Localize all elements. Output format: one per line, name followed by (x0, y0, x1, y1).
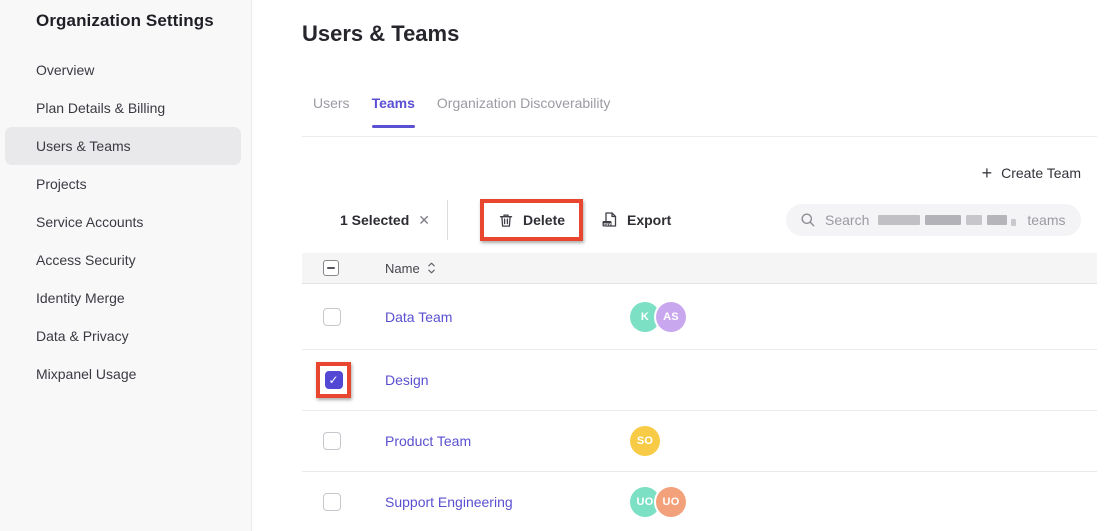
annotation-box-design-checkbox: ✓ (316, 362, 351, 398)
app-root: Organization Settings Overview Plan Deta… (0, 0, 1108, 531)
search-input[interactable]: Search teams (786, 204, 1081, 236)
export-label: Export (627, 212, 671, 228)
tab-users[interactable]: Users (313, 95, 350, 133)
sidebar-item-users-teams[interactable]: Users & Teams (5, 127, 241, 165)
sidebar-item-service-accounts[interactable]: Service Accounts (5, 203, 241, 241)
clear-selection-icon[interactable]: ✕ (418, 213, 430, 227)
main-content: Users & Teams Users Teams Organization D… (253, 0, 1108, 531)
team-name-link-data-team[interactable]: Data Team (385, 309, 452, 325)
sidebar-item-access-security[interactable]: Access Security (5, 241, 241, 279)
svg-text:csv: csv (604, 221, 612, 226)
team-name-link-design[interactable]: Design (385, 372, 429, 388)
sidebar-item-mixpanel-usage[interactable]: Mixpanel Usage (5, 355, 241, 393)
tabs-divider (302, 136, 1097, 137)
sidebar: Organization Settings Overview Plan Deta… (0, 0, 252, 531)
sidebar-item-identity-merge[interactable]: Identity Merge (5, 279, 241, 317)
row-checkbox-data-team[interactable] (323, 308, 341, 326)
export-wrap: csv Export (601, 199, 671, 241)
search-icon (800, 212, 816, 228)
avatar-group: UO UO (630, 487, 686, 517)
trash-icon (498, 212, 514, 229)
team-name-link-support-engineering[interactable]: Support Engineering (385, 494, 513, 510)
annotation-box-delete: Delete (480, 199, 583, 241)
toolbar: 1 Selected ✕ Delete (340, 199, 1081, 241)
tab-bar: Users Teams Organization Discoverability (313, 95, 610, 133)
page-title: Users & Teams (302, 21, 459, 47)
tab-organization-discoverability[interactable]: Organization Discoverability (437, 95, 611, 133)
name-header-label: Name (385, 261, 420, 276)
sidebar-item-plan-details-billing[interactable]: Plan Details & Billing (5, 89, 241, 127)
csv-file-icon: csv (601, 211, 618, 229)
indeterminate-mark (327, 267, 335, 269)
team-name-link-product-team[interactable]: Product Team (385, 433, 471, 449)
tab-teams[interactable]: Teams (372, 95, 415, 133)
sidebar-title: Organization Settings (36, 11, 214, 31)
table-header-row: Name (302, 253, 1097, 284)
sort-icon (427, 261, 436, 275)
create-team-button[interactable]: + Create Team (982, 162, 1081, 184)
search-placeholder-redaction (878, 215, 1018, 226)
sidebar-item-data-privacy[interactable]: Data & Privacy (5, 317, 241, 355)
table-row-support-engineering: Support Engineering UO UO (302, 472, 1097, 531)
create-team-label: Create Team (1001, 165, 1081, 181)
teams-table: Name Data Team K AS ✓ (302, 253, 1097, 531)
table-row-data-team: Data Team K AS (302, 284, 1097, 350)
sidebar-item-projects[interactable]: Projects (5, 165, 241, 203)
sidebar-item-overview[interactable]: Overview (5, 51, 241, 89)
checkmark-icon: ✓ (328, 373, 338, 387)
row-checkbox-design[interactable]: ✓ (325, 371, 343, 389)
avatar-group: SO (630, 426, 660, 456)
search-placeholder-suffix: teams (1027, 212, 1065, 228)
row-checkbox-product-team[interactable] (323, 432, 341, 450)
search-placeholder-prefix: Search (825, 212, 869, 228)
delete-button[interactable]: Delete (498, 212, 565, 229)
selection-summary: 1 Selected ✕ (340, 199, 430, 241)
avatar: SO (630, 426, 660, 456)
toolbar-divider (447, 200, 448, 240)
avatar: UO (656, 487, 686, 517)
select-all-checkbox[interactable] (323, 260, 339, 276)
table-row-product-team: Product Team SO (302, 411, 1097, 472)
row-checkbox-support-engineering[interactable] (323, 493, 341, 511)
table-row-design: ✓ Design (302, 350, 1097, 411)
export-button[interactable]: csv Export (601, 211, 671, 229)
selected-count: 1 Selected (340, 212, 409, 228)
sidebar-nav: Overview Plan Details & Billing Users & … (5, 51, 241, 393)
delete-label: Delete (523, 212, 565, 228)
plus-icon: + (982, 164, 993, 182)
column-header-name[interactable]: Name (385, 261, 436, 276)
avatar: AS (656, 302, 686, 332)
avatar-group: K AS (630, 302, 686, 332)
